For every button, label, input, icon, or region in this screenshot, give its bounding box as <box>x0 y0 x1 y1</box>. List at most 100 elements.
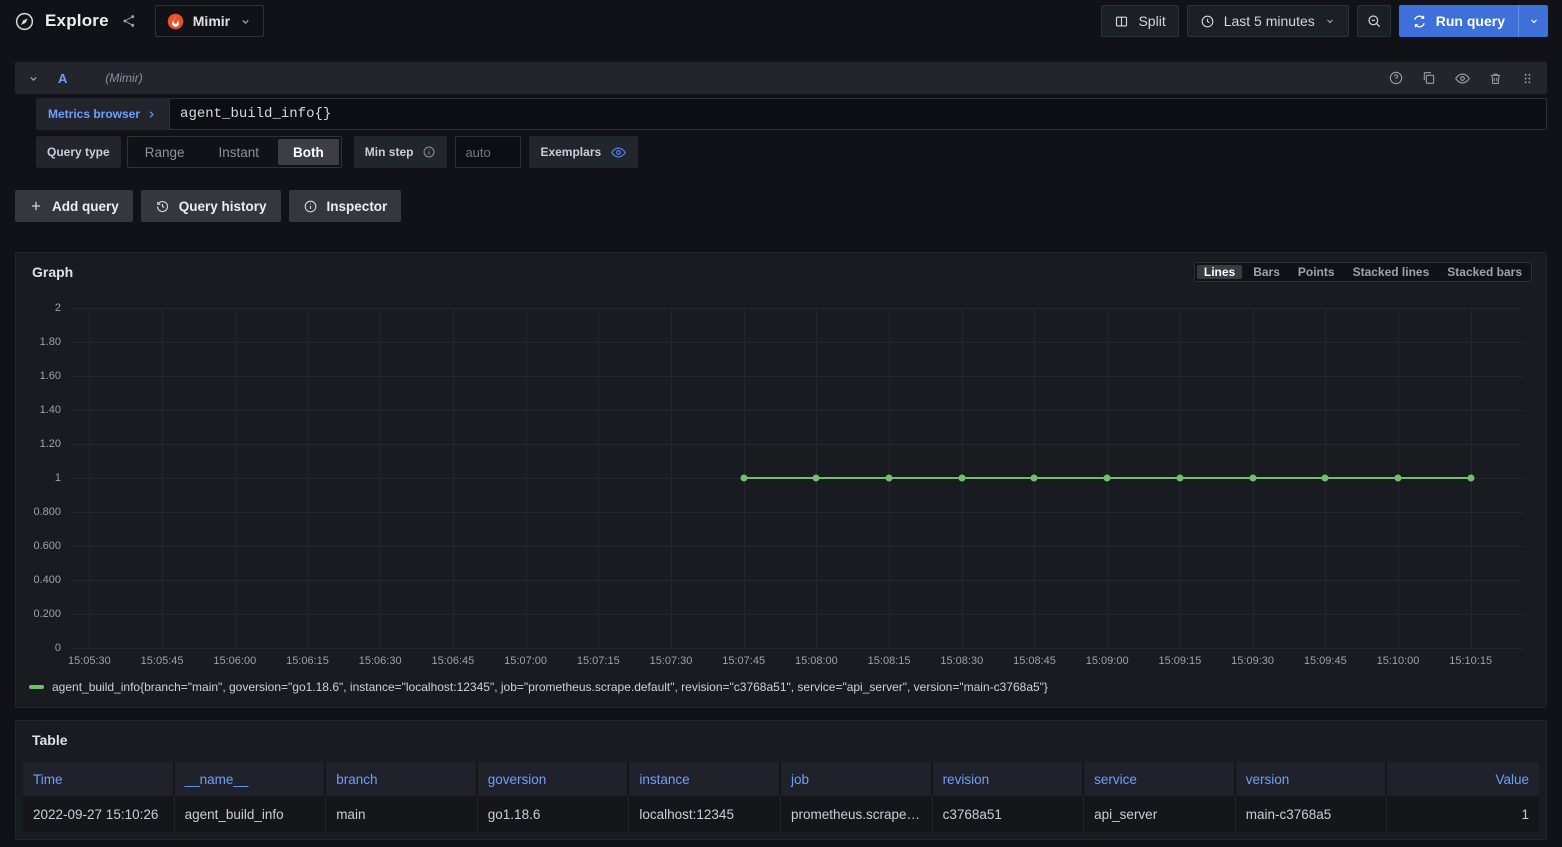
x-tick-label: 15:07:45 <box>722 655 765 667</box>
query-type-option-both[interactable]: Both <box>278 139 339 165</box>
inspector-button[interactable]: Inspector <box>289 190 402 222</box>
column-header-revision[interactable]: revision <box>933 762 1085 796</box>
table-panel: Table Time__name__branchgoversioninstanc… <box>15 720 1547 840</box>
data-point <box>1031 475 1038 482</box>
display-mode-stacked-lines[interactable]: Stacked lines <box>1344 263 1439 281</box>
display-mode-points[interactable]: Points <box>1289 263 1344 281</box>
column-header-instance[interactable]: instance <box>629 762 781 796</box>
legend-series-name[interactable]: agent_build_info{branch="main", goversio… <box>52 680 1048 694</box>
collapse-query-icon[interactable] <box>27 72 40 85</box>
inspector-label: Inspector <box>327 199 388 214</box>
display-mode-stacked-bars[interactable]: Stacked bars <box>1438 263 1531 281</box>
table-cell: c3768a51 <box>933 796 1085 832</box>
column-header-job[interactable]: job <box>781 762 933 796</box>
y-tick-label: 0 <box>55 642 61 654</box>
data-point <box>740 475 747 482</box>
refresh-icon <box>1412 14 1427 29</box>
grip-dots-icon[interactable] <box>1520 71 1535 86</box>
datasource-picker[interactable]: Mimir <box>155 5 264 37</box>
info-circle-icon <box>303 199 318 214</box>
query-type-option-instant[interactable]: Instant <box>202 137 277 167</box>
data-point <box>1322 475 1329 482</box>
share-icon[interactable] <box>119 11 139 31</box>
magnifier-minus-icon <box>1366 13 1382 29</box>
y-tick-label: 1.60 <box>40 370 61 382</box>
display-mode-lines[interactable]: Lines <box>1197 265 1242 279</box>
split-label: Split <box>1138 13 1165 29</box>
run-query-dropdown[interactable] <box>1518 5 1548 37</box>
y-tick-label: 0.400 <box>33 574 61 586</box>
column-header-goversion[interactable]: goversion <box>478 762 630 796</box>
x-tick-label: 15:08:30 <box>940 655 983 667</box>
x-tick-label: 15:10:00 <box>1377 655 1420 667</box>
column-header-value[interactable]: Value <box>1387 762 1539 796</box>
question-circle-icon[interactable] <box>1388 70 1404 86</box>
table-cell: 2022-09-27 15:10:26 <box>23 796 175 832</box>
column-header-time[interactable]: Time <box>23 762 175 796</box>
eye-icon[interactable] <box>610 144 627 161</box>
x-tick-label: 15:06:15 <box>286 655 329 667</box>
top-bar: Explore Mimir Split Last 5 minutes <box>0 0 1562 42</box>
data-point <box>1176 475 1183 482</box>
data-point <box>1394 475 1401 482</box>
min-step-label-chip: Min step <box>354 136 448 168</box>
column-header-service[interactable]: service <box>1084 762 1236 796</box>
y-tick-label: 1.20 <box>40 438 61 450</box>
table-cell: localhost:12345 <box>629 796 781 832</box>
x-axis: 15:05:3015:05:4515:06:0015:06:1515:06:30… <box>70 648 1524 672</box>
query-options-row: Query type RangeInstantBoth Min step Exe… <box>36 136 1547 168</box>
query-expression-input[interactable] <box>169 98 1547 130</box>
column-header-branch[interactable]: branch <box>326 762 478 796</box>
min-step-input[interactable] <box>455 136 521 168</box>
query-history-button[interactable]: Query history <box>141 190 281 222</box>
query-history-label: Query history <box>179 199 267 214</box>
query-row-header: A (Mimir) <box>15 62 1547 94</box>
x-tick-label: 15:06:30 <box>359 655 402 667</box>
data-point <box>886 475 893 482</box>
table-cell: agent_build_info <box>175 796 327 832</box>
query-editor: A (Mimir) <box>15 62 1547 168</box>
data-point <box>1249 475 1256 482</box>
time-range-picker[interactable]: Last 5 minutes <box>1187 5 1349 37</box>
plot-area[interactable] <box>70 308 1524 648</box>
table-cell: go1.18.6 <box>478 796 630 832</box>
chart-legend: agent_build_info{branch="main", goversio… <box>16 672 1546 707</box>
x-tick-label: 15:08:00 <box>795 655 838 667</box>
y-tick-label: 1.40 <box>40 404 61 416</box>
chevron-down-icon <box>1324 15 1336 27</box>
exemplars-toggle[interactable]: Exemplars <box>529 136 638 168</box>
clock-icon <box>1200 14 1215 29</box>
data-point <box>958 475 965 482</box>
display-mode-bars[interactable]: Bars <box>1244 263 1289 281</box>
x-tick-label: 15:08:45 <box>1013 655 1056 667</box>
x-tick-label: 15:05:45 <box>141 655 184 667</box>
table-cell: api_server <box>1084 796 1236 832</box>
y-tick-label: 0.200 <box>33 608 61 620</box>
angle-right-icon <box>146 109 157 120</box>
results-table: Time__name__branchgoversioninstancejobre… <box>23 762 1539 832</box>
metrics-browser-label: Metrics browser <box>48 107 140 121</box>
time-range-label: Last 5 minutes <box>1224 13 1315 29</box>
run-query-button[interactable]: Run query <box>1399 5 1548 37</box>
trash-icon[interactable] <box>1488 71 1503 86</box>
explore-actions: Add query Query history Inspector <box>15 190 1547 222</box>
eye-icon[interactable] <box>1454 70 1471 87</box>
chevron-down-icon <box>239 15 252 28</box>
add-query-label: Add query <box>52 199 119 214</box>
copy-icon[interactable] <box>1421 70 1437 86</box>
add-query-button[interactable]: Add query <box>15 190 133 222</box>
metrics-browser-button[interactable]: Metrics browser <box>36 98 169 130</box>
column-header--name-[interactable]: __name__ <box>175 762 327 796</box>
x-tick-label: 15:07:30 <box>650 655 693 667</box>
table-cell: prometheus.scrape.default <box>781 796 933 832</box>
column-header-version[interactable]: version <box>1236 762 1388 796</box>
query-ref-id: A <box>58 71 67 86</box>
x-tick-label: 15:06:45 <box>431 655 474 667</box>
split-button[interactable]: Split <box>1101 5 1178 37</box>
datasource-name: Mimir <box>193 13 230 29</box>
x-tick-label: 15:07:15 <box>577 655 620 667</box>
split-panes-icon <box>1114 14 1129 29</box>
query-type-option-range[interactable]: Range <box>128 137 202 167</box>
plus-icon <box>29 199 43 213</box>
zoom-out-button[interactable] <box>1357 5 1391 37</box>
